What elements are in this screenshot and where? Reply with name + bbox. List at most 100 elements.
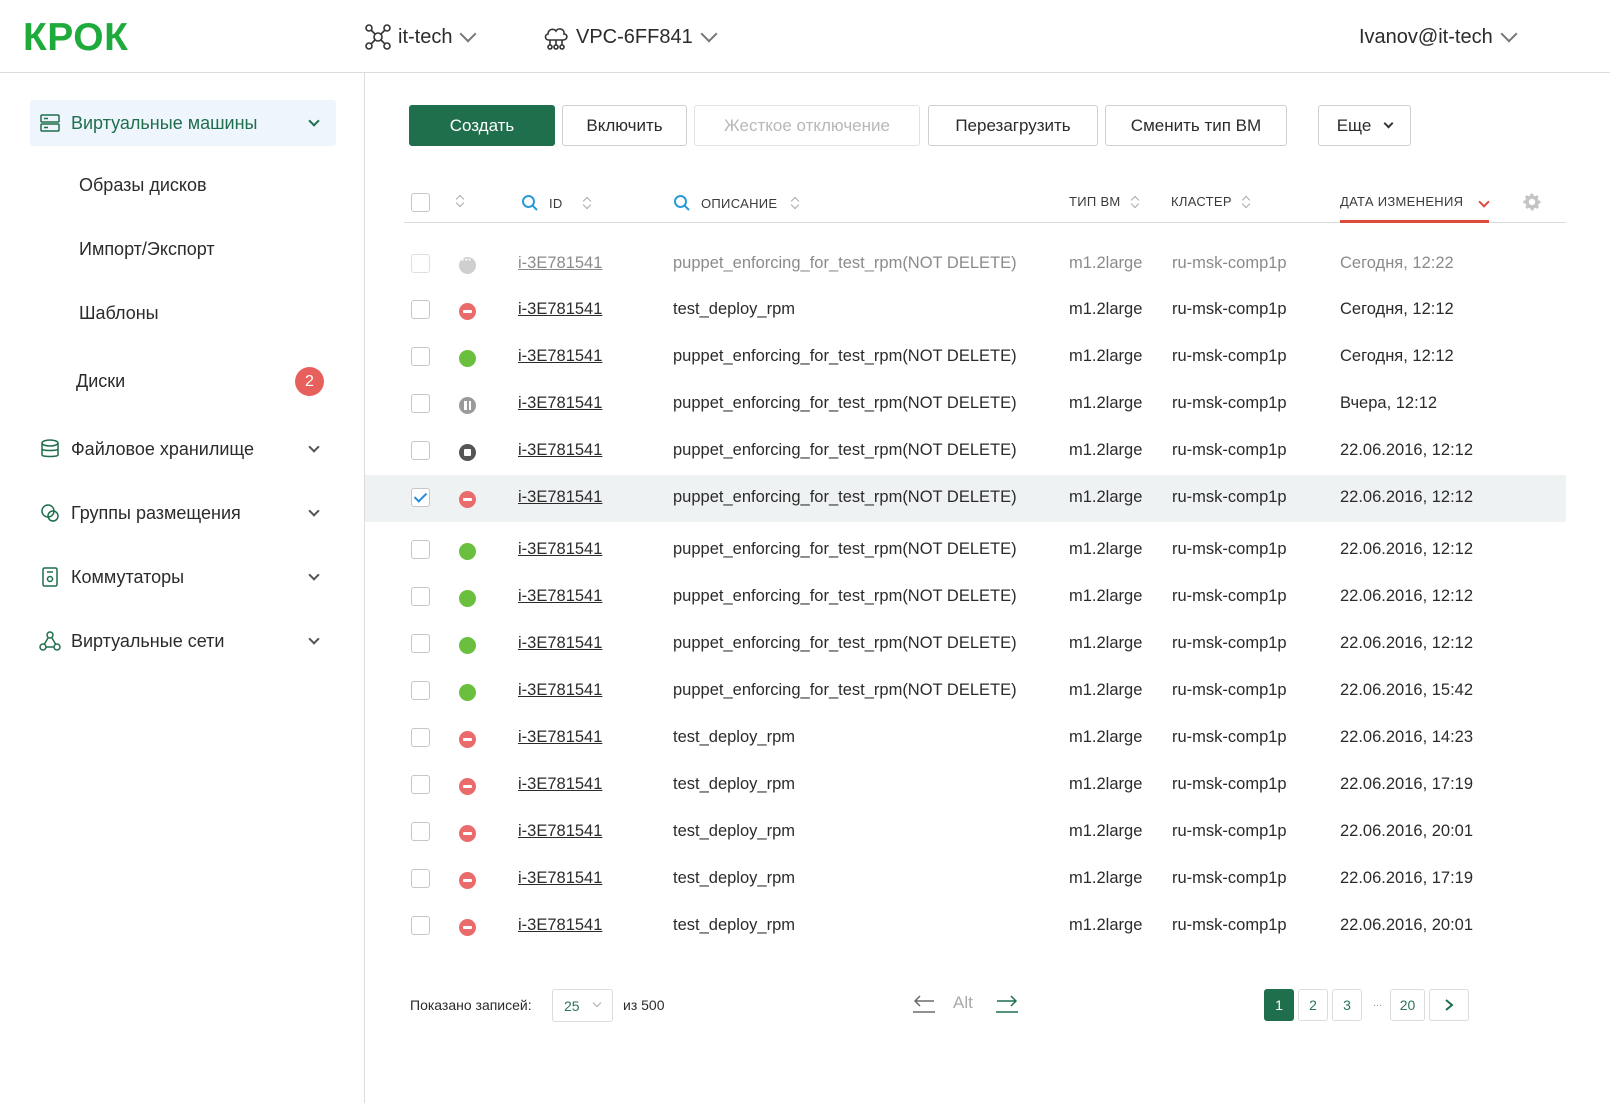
table-row[interactable]: i-3E781541 test_deploy_rpm m1.2large ru-msk…: [365, 809, 1566, 856]
hard-off-button[interactable]: Жесткое отключение: [694, 105, 920, 146]
table-row[interactable]: i-3E781541 test_deploy_rpm m1.2large ru-msk…: [365, 762, 1566, 809]
row-checkbox[interactable]: [411, 300, 430, 319]
arrow-left-icon[interactable]: [912, 992, 936, 1014]
search-icon[interactable]: [673, 194, 691, 212]
vm-id-link[interactable]: i-3E781541: [518, 634, 602, 653]
row-checkbox[interactable]: [411, 488, 430, 507]
table-row[interactable]: i-3E781541 puppet_enforcing_for_test_rpm(…: [365, 475, 1566, 522]
vm-id-link[interactable]: i-3E781541: [518, 822, 602, 841]
vpc-selector[interactable]: VPC-6FF841: [542, 22, 718, 52]
table-row[interactable]: i-3E781541 puppet_enforcing_for_test_rpm(…: [365, 428, 1566, 475]
row-checkbox[interactable]: [411, 347, 430, 366]
row-checkbox[interactable]: [411, 587, 430, 606]
sidebar-item-label: Виртуальные машины: [71, 112, 258, 133]
table-row[interactable]: i-3E781541 test_deploy_rpm m1.2large ru-msk…: [365, 856, 1566, 903]
vm-id-link[interactable]: i-3E781541: [518, 254, 602, 273]
row-checkbox[interactable]: [411, 394, 430, 413]
row-checkbox[interactable]: [411, 540, 430, 559]
vm-cluster: ru-msk-comp1p: [1172, 822, 1287, 840]
table-row[interactable]: i-3E781541 puppet_enforcing_for_test_rpm(…: [365, 574, 1566, 621]
vm-id-link[interactable]: i-3E781541: [518, 916, 602, 935]
reboot-button[interactable]: Перезагрузить: [928, 105, 1098, 146]
vm-id-link[interactable]: i-3E781541: [518, 681, 602, 700]
network-icon: [39, 631, 61, 651]
vm-id-link[interactable]: i-3E781541: [518, 869, 602, 888]
row-checkbox[interactable]: [411, 822, 430, 841]
row-checkbox[interactable]: [411, 775, 430, 794]
error-status-icon: [459, 303, 476, 320]
table-row[interactable]: i-3E781541 puppet_enforcing_for_test_rpm(…: [365, 334, 1566, 381]
sidebar-subitem-disk-images[interactable]: Образы дисков: [79, 175, 207, 201]
vm-id-link[interactable]: i-3E781541: [518, 488, 602, 507]
page-button-20[interactable]: 20: [1390, 989, 1425, 1021]
vm-id-link[interactable]: i-3E781541: [518, 394, 602, 413]
vm-id-link[interactable]: i-3E781541: [518, 540, 602, 559]
search-icon[interactable]: [521, 194, 539, 212]
table-row[interactable]: i-3E781541 puppet_enforcing_for_test_rpm(…: [365, 241, 1566, 288]
table-row[interactable]: i-3E781541 puppet_enforcing_for_test_rpm(…: [365, 381, 1566, 428]
vm-id-link[interactable]: i-3E781541: [518, 300, 602, 319]
vm-type: m1.2large: [1069, 441, 1143, 459]
alt-hint: Alt: [953, 993, 973, 1012]
select-all-checkbox[interactable]: [411, 193, 430, 212]
create-button[interactable]: Создать: [409, 105, 555, 146]
placement-groups-icon: [41, 504, 59, 522]
table-row[interactable]: i-3E781541 test_deploy_rpm m1.2large ru-msk…: [365, 715, 1566, 762]
vm-description: puppet_enforcing_for_test_rpm(NOT DELETE…: [673, 540, 1017, 558]
table-row[interactable]: i-3E781541 puppet_enforcing_for_test_rpm(…: [365, 621, 1566, 668]
row-checkbox[interactable]: [411, 728, 430, 747]
pagination-ellipsis: ...: [1373, 997, 1383, 1009]
column-label: Кластер: [1171, 194, 1232, 209]
vm-id-link[interactable]: i-3E781541: [518, 587, 602, 606]
column-header-id[interactable]: ID: [521, 194, 591, 212]
row-checkbox[interactable]: [411, 869, 430, 888]
table-row[interactable]: i-3E781541 puppet_enforcing_for_test_rpm(…: [365, 527, 1566, 574]
row-checkbox[interactable]: [411, 634, 430, 653]
arrow-right-icon[interactable]: [995, 992, 1019, 1014]
vm-modified: 22.06.2016, 12:12: [1340, 441, 1474, 459]
vm-modified: Сегодня, 12:12: [1340, 300, 1454, 318]
row-checkbox[interactable]: [411, 916, 430, 935]
column-header-description[interactable]: Описание: [673, 194, 799, 212]
sidebar-subitem-disks[interactable]: Диски: [76, 371, 125, 397]
vm-modified: Сегодня, 12:12: [1340, 347, 1454, 365]
page-button-1[interactable]: 1: [1264, 989, 1294, 1021]
database-icon: [41, 439, 59, 458]
chevron-down-icon: [308, 633, 320, 645]
user-menu[interactable]: Ivanov@it-tech: [1359, 22, 1518, 52]
more-button[interactable]: Еще: [1318, 105, 1411, 146]
org-selector[interactable]: it-tech: [364, 22, 477, 52]
sidebar-item-file-storage[interactable]: Файловое хранилище: [30, 426, 336, 472]
power-on-button[interactable]: Включить: [562, 105, 687, 146]
vm-id-link[interactable]: i-3E781541: [518, 441, 602, 460]
switch-icon: [42, 567, 58, 587]
page-button-3[interactable]: 3: [1332, 989, 1362, 1021]
row-checkbox[interactable]: [411, 681, 430, 700]
table-row[interactable]: i-3E781541 test_deploy_rpm m1.2large ru-msk…: [365, 287, 1566, 334]
sidebar-item-switches[interactable]: Коммутаторы: [30, 554, 336, 600]
per-page-select[interactable]: 25: [552, 989, 613, 1022]
sidebar-subitem-import-export[interactable]: Импорт/Экспорт: [79, 239, 215, 265]
next-page-button[interactable]: [1429, 989, 1469, 1021]
column-header-vm-type[interactable]: Тип ВМ: [1069, 194, 1139, 209]
page-button-2[interactable]: 2: [1298, 989, 1328, 1021]
vm-id-link[interactable]: i-3E781541: [518, 347, 602, 366]
column-header-cluster[interactable]: Кластер: [1171, 194, 1250, 209]
gear-icon[interactable]: [1521, 191, 1543, 213]
table-row[interactable]: i-3E781541 puppet_enforcing_for_test_rpm(…: [365, 668, 1566, 715]
status-sort[interactable]: [456, 194, 464, 208]
sidebar-item-virtual-networks[interactable]: Виртуальные сети: [30, 618, 336, 664]
row-checkbox[interactable]: [411, 441, 430, 460]
sidebar-item-virtual-machines[interactable]: Виртуальные машины: [30, 100, 336, 146]
logo[interactable]: КРОК: [23, 16, 128, 60]
sidebar-subitem-templates[interactable]: Шаблоны: [79, 303, 159, 329]
vm-id-link[interactable]: i-3E781541: [518, 728, 602, 747]
column-header-modified[interactable]: Дата изменения: [1340, 194, 1487, 209]
change-vm-type-button[interactable]: Сменить тип ВМ: [1105, 105, 1287, 146]
active-sort-indicator: [1340, 220, 1489, 223]
vm-id-link[interactable]: i-3E781541: [518, 775, 602, 794]
table-row[interactable]: i-3E781541 test_deploy_rpm m1.2large ru-msk…: [365, 903, 1566, 950]
vm-type: m1.2large: [1069, 300, 1143, 318]
row-checkbox[interactable]: [411, 254, 430, 273]
sidebar-item-placement-groups[interactable]: Группы размещения: [30, 490, 336, 536]
